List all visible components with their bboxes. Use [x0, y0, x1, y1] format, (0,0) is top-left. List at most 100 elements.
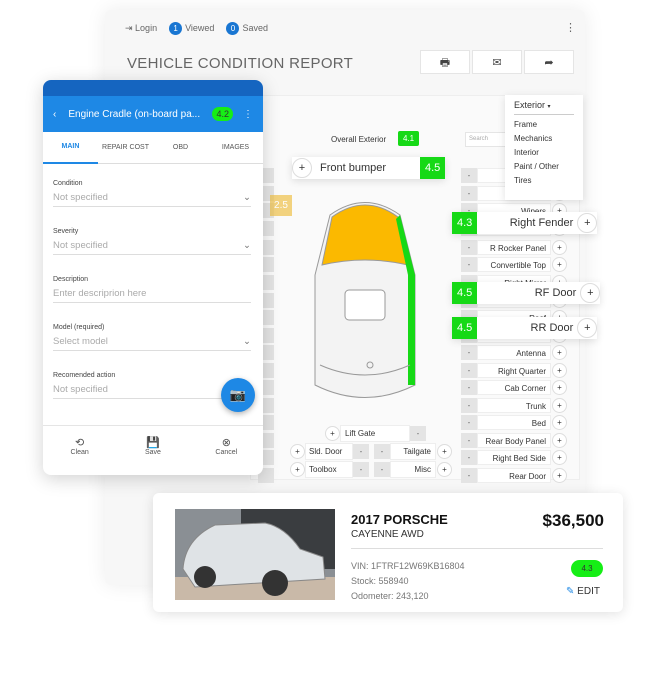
part-row: -R Rocker Panel + — [461, 240, 567, 255]
part-label[interactable]: Cab Corner — [477, 380, 551, 395]
car-diagram[interactable] — [300, 185, 430, 425]
search-input[interactable]: Search — [465, 132, 510, 147]
part-label[interactable]: Convertible Top — [477, 257, 551, 272]
remove-button[interactable]: - — [410, 426, 426, 441]
add-button[interactable]: + — [552, 380, 567, 395]
action-cancel[interactable]: ⊗ Cancel — [190, 426, 263, 475]
dropdown-option[interactable]: Frame — [514, 120, 574, 129]
add-button[interactable]: + — [437, 444, 452, 459]
add-button[interactable]: + — [577, 318, 598, 338]
dropdown-option[interactable]: Mechanics — [514, 134, 574, 143]
vehicle-subtitle: CAYENNE AWD — [351, 529, 424, 540]
add-button[interactable]: + — [580, 283, 601, 303]
add-button[interactable]: + — [552, 450, 567, 465]
add-button[interactable]: + — [552, 468, 567, 483]
add-button[interactable]: + — [577, 213, 598, 233]
part-score: 4.3 — [452, 212, 478, 234]
add-button[interactable]: + — [552, 345, 567, 360]
action-save[interactable]: 💾 Save — [116, 426, 189, 475]
part-label[interactable]: Antenna — [477, 345, 551, 360]
share-button[interactable]: ➦ — [524, 50, 574, 74]
add-button[interactable]: + — [552, 363, 567, 378]
remove-button[interactable]: - — [461, 433, 477, 448]
remove-button[interactable]: - — [374, 462, 390, 477]
category-dropdown[interactable]: Exterior ▾ Frame Mechanics Interior Paint /… — [505, 95, 583, 200]
more-icon[interactable]: ⋮ — [565, 21, 576, 34]
part-label[interactable]: Trunk — [477, 398, 551, 413]
remove-button[interactable]: - — [461, 257, 477, 272]
add-button[interactable]: + — [290, 462, 305, 477]
remove-button[interactable]: - — [374, 444, 390, 459]
action-clean[interactable]: ⟲ Clean — [43, 426, 116, 475]
add-button[interactable]: + — [552, 257, 567, 272]
part-label[interactable]: Lift Gate — [340, 425, 410, 442]
tab[interactable]: REPAIR COST — [98, 133, 153, 163]
field-label: Model (required) — [53, 324, 105, 331]
add-button[interactable]: + — [325, 426, 340, 441]
part-row: - Trunk + — [461, 398, 567, 413]
field-value: Enter descriprion here — [53, 288, 147, 299]
part-label[interactable]: Sld. Door — [305, 443, 353, 460]
print-button[interactable]: 🖶 — [420, 50, 470, 74]
camera-button[interactable]: 📷 — [221, 378, 255, 412]
part-label[interactable]: Rear Body Panel — [477, 433, 551, 448]
remove-button[interactable]: - — [461, 415, 477, 430]
report-header: ⇥ Login 1 Viewed 0 Saved — [125, 22, 268, 35]
remove-button[interactable]: - — [461, 398, 477, 413]
remove-button[interactable]: - — [461, 363, 477, 378]
part-label[interactable]: Right Quarter — [477, 363, 551, 378]
remove-button[interactable]: - — [461, 345, 477, 360]
remove-button[interactable]: - — [353, 444, 369, 459]
dropdown-option[interactable]: Paint / Other — [514, 162, 574, 171]
remove-button[interactable]: - — [461, 168, 477, 183]
add-button[interactable]: + — [290, 444, 305, 459]
tab[interactable]: OBD — [153, 133, 208, 163]
dropdown-option[interactable]: Tires — [514, 176, 574, 185]
part-score: 4.5 — [420, 157, 446, 179]
add-button[interactable]: + — [552, 240, 567, 255]
form-field[interactable]: Description Enter descriprion here — [53, 276, 251, 303]
dropdown-option[interactable]: Interior — [514, 148, 574, 157]
cancel-icon: ⊗ — [221, 437, 231, 449]
mail-button[interactable]: ✉ — [472, 50, 522, 74]
remove-button[interactable]: - — [461, 186, 477, 201]
viewed-link[interactable]: 1 Viewed — [169, 22, 214, 35]
right-fender-popup: 4.3 Right Fender + — [452, 212, 598, 234]
form-field[interactable]: Model (required) Select model ⌄ — [53, 324, 251, 351]
action-label: Cancel — [215, 449, 238, 456]
chevron-down-icon: ⌄ — [243, 192, 251, 203]
part-label[interactable]: R Rocker Panel — [477, 240, 551, 255]
field-label: Recomended action — [53, 372, 116, 379]
remove-button[interactable]: - — [461, 240, 477, 255]
viewed-label: Viewed — [185, 23, 215, 33]
login-link[interactable]: ⇥ Login — [125, 23, 157, 34]
form-field[interactable]: Condition Not specified ⌄ — [53, 180, 251, 207]
remove-button[interactable]: - — [461, 468, 477, 483]
remove-button[interactable]: - — [353, 462, 369, 477]
field-value: Not specified — [53, 384, 108, 395]
part-label[interactable]: Tailgate — [390, 443, 436, 460]
add-button[interactable]: + — [437, 462, 452, 477]
vehicle-card[interactable]: 2017 PORSCHE CAYENNE AWD $36,500 VIN: 1F… — [153, 493, 623, 612]
part-row: - Right Quarter + — [461, 363, 567, 378]
overall-score: 4.1 — [398, 131, 420, 146]
remove-button[interactable]: - — [461, 380, 477, 395]
more-icon[interactable]: ⋮ — [243, 109, 253, 120]
part-label[interactable]: Misc — [390, 461, 436, 478]
add-button[interactable]: + — [552, 433, 567, 448]
remove-button[interactable]: - — [461, 450, 477, 465]
form-field[interactable]: Severity Not specified ⌄ — [53, 228, 251, 255]
rf-door-popup: 4.5 RF Door + — [452, 282, 601, 304]
saved-link[interactable]: 0 Saved — [226, 22, 268, 35]
edit-button[interactable]: ✎ EDIT — [566, 586, 600, 597]
add-button[interactable]: + — [292, 158, 312, 178]
part-label[interactable]: Toolbox — [305, 461, 353, 478]
add-button[interactable]: + — [552, 398, 567, 413]
add-button[interactable]: + — [552, 415, 567, 430]
back-icon[interactable]: ‹ — [53, 109, 56, 120]
part-label[interactable]: Bed — [477, 415, 551, 430]
part-label[interactable]: Right Bed Side — [477, 450, 551, 465]
tab[interactable]: MAIN — [43, 132, 98, 164]
part-label[interactable]: Rear Door — [477, 468, 551, 483]
tab[interactable]: IMAGES — [208, 133, 263, 163]
